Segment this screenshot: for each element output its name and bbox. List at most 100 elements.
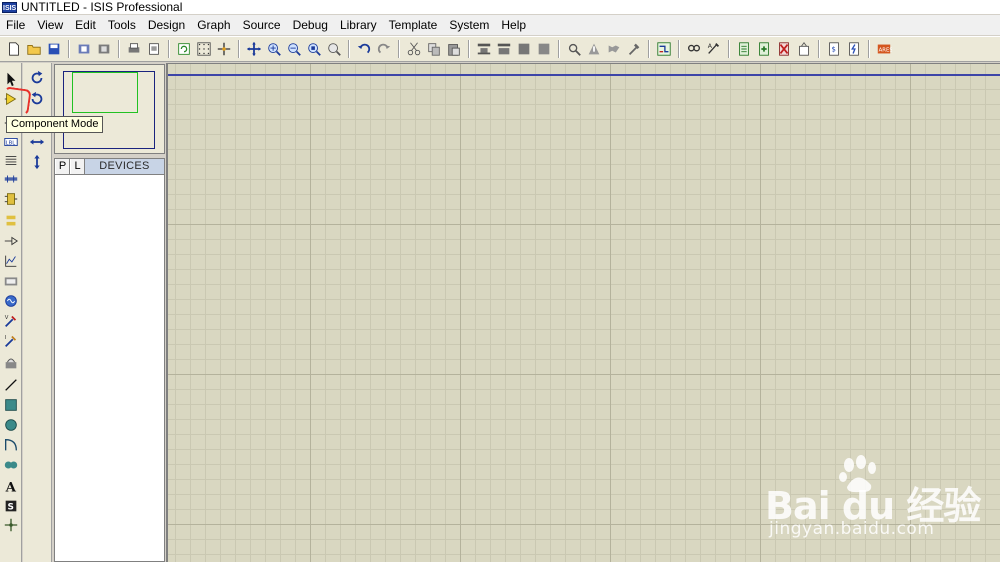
paste-icon[interactable] bbox=[445, 40, 463, 58]
toolbar-separator bbox=[68, 40, 70, 58]
current-probe-icon[interactable]: I bbox=[2, 332, 20, 350]
new-file-icon[interactable] bbox=[5, 40, 23, 58]
packaging-tool-icon[interactable] bbox=[605, 40, 623, 58]
symbol-icon[interactable]: S bbox=[2, 497, 20, 515]
component-mode-tooltip: Component Mode bbox=[6, 116, 104, 133]
decompose-icon[interactable] bbox=[625, 40, 643, 58]
toolbar-separator bbox=[398, 40, 400, 58]
zoom-all-icon[interactable] bbox=[305, 40, 323, 58]
toolbar-separator bbox=[118, 40, 120, 58]
terminals-icon[interactable] bbox=[2, 212, 20, 230]
overview-window[interactable] bbox=[54, 64, 165, 154]
goto-sheet-icon[interactable] bbox=[795, 40, 813, 58]
ares-netlist-icon[interactable]: ARES bbox=[875, 40, 893, 58]
refresh-icon[interactable] bbox=[175, 40, 193, 58]
undo-icon[interactable] bbox=[355, 40, 373, 58]
circle-icon[interactable] bbox=[2, 416, 20, 434]
text-script-icon[interactable] bbox=[2, 152, 20, 170]
pan-icon[interactable] bbox=[245, 40, 263, 58]
open-file-icon[interactable] bbox=[25, 40, 43, 58]
voltage-probe-icon[interactable]: V bbox=[2, 312, 20, 330]
toolbar-separator bbox=[818, 40, 820, 58]
toolbar-separator bbox=[678, 40, 680, 58]
zoom-area-icon[interactable] bbox=[325, 40, 343, 58]
menu-help[interactable]: Help bbox=[495, 15, 532, 35]
print-area-icon[interactable] bbox=[145, 40, 163, 58]
generator-icon[interactable] bbox=[2, 292, 20, 310]
property-assignment-icon[interactable]: A bbox=[705, 40, 723, 58]
import-icon[interactable] bbox=[75, 40, 93, 58]
buses-icon[interactable] bbox=[2, 170, 20, 188]
menu-bar: File View Edit Tools Design Graph Source… bbox=[0, 15, 1000, 35]
copy-icon[interactable] bbox=[425, 40, 443, 58]
menu-tools[interactable]: Tools bbox=[102, 15, 142, 35]
toolbar-separator bbox=[348, 40, 350, 58]
devices-list[interactable] bbox=[55, 175, 164, 561]
rotate-clockwise-icon[interactable] bbox=[28, 69, 46, 87]
orientation-toolbar bbox=[23, 63, 52, 562]
add-sheet-icon[interactable] bbox=[755, 40, 773, 58]
graph-icon[interactable] bbox=[2, 252, 20, 270]
menu-template[interactable]: Template bbox=[383, 15, 444, 35]
arc-icon[interactable] bbox=[2, 436, 20, 454]
mode-toolbar: LBL V I A S bbox=[0, 63, 22, 562]
pick-device-icon[interactable] bbox=[565, 40, 583, 58]
title-bar: ISIS UNTITLED - ISIS Professional bbox=[0, 0, 1000, 14]
bill-of-materials-icon[interactable]: $ bbox=[825, 40, 843, 58]
menu-library[interactable]: Library bbox=[334, 15, 383, 35]
box-icon[interactable] bbox=[2, 396, 20, 414]
origin-icon[interactable] bbox=[215, 40, 233, 58]
subcircuit-icon[interactable] bbox=[2, 190, 20, 208]
zoom-out-icon[interactable] bbox=[285, 40, 303, 58]
menu-edit[interactable]: Edit bbox=[69, 15, 102, 35]
device-pins-icon[interactable] bbox=[2, 232, 20, 250]
make-device-icon[interactable] bbox=[585, 40, 603, 58]
tape-recorder-icon[interactable] bbox=[2, 272, 20, 290]
menu-debug[interactable]: Debug bbox=[287, 15, 334, 35]
menu-design[interactable]: Design bbox=[142, 15, 191, 35]
remove-sheet-icon[interactable] bbox=[775, 40, 793, 58]
selection-mode-icon[interactable] bbox=[2, 70, 20, 88]
svg-text:$: $ bbox=[831, 45, 836, 54]
path-icon[interactable] bbox=[2, 456, 20, 474]
block-rotate-icon[interactable] bbox=[515, 40, 533, 58]
grid-icon[interactable] bbox=[195, 40, 213, 58]
svg-text:I: I bbox=[5, 335, 7, 341]
print-icon[interactable] bbox=[125, 40, 143, 58]
electrical-rule-check-icon[interactable] bbox=[845, 40, 863, 58]
toolbar-separator bbox=[648, 40, 650, 58]
marker-icon[interactable] bbox=[2, 516, 20, 534]
menu-view[interactable]: View bbox=[31, 15, 69, 35]
block-delete-icon[interactable] bbox=[535, 40, 553, 58]
menu-graph[interactable]: Graph bbox=[191, 15, 236, 35]
block-copy-icon[interactable] bbox=[475, 40, 493, 58]
svg-text:S: S bbox=[7, 503, 13, 513]
menu-system[interactable]: System bbox=[443, 15, 495, 35]
text-icon[interactable]: A bbox=[2, 477, 20, 495]
devices-title: DEVICES bbox=[85, 159, 164, 174]
export-icon[interactable] bbox=[95, 40, 113, 58]
watermark-url: jingyan.baidu.com bbox=[769, 519, 935, 539]
menu-source[interactable]: Source bbox=[237, 15, 287, 35]
pick-devices-button[interactable]: P bbox=[55, 159, 70, 174]
search-tag-icon[interactable] bbox=[685, 40, 703, 58]
svg-text:LBL: LBL bbox=[6, 141, 16, 147]
new-sheet-icon[interactable] bbox=[735, 40, 753, 58]
virtual-instrument-icon[interactable] bbox=[2, 354, 20, 372]
line-icon[interactable] bbox=[2, 376, 20, 394]
devices-header: P L DEVICES bbox=[55, 159, 164, 175]
save-icon[interactable] bbox=[45, 40, 63, 58]
overview-viewport[interactable] bbox=[72, 72, 138, 113]
mirror-horizontal-icon[interactable] bbox=[28, 133, 46, 151]
cut-icon[interactable] bbox=[405, 40, 423, 58]
menu-file[interactable]: File bbox=[0, 15, 31, 35]
svg-text:ARES: ARES bbox=[879, 48, 892, 54]
redo-icon[interactable] bbox=[375, 40, 393, 58]
library-manager-button[interactable]: L bbox=[70, 159, 85, 174]
wire-autorouter-icon[interactable] bbox=[655, 40, 673, 58]
highlight-circle bbox=[1, 86, 32, 116]
wire-label-icon[interactable]: LBL bbox=[2, 133, 20, 151]
block-move-icon[interactable] bbox=[495, 40, 513, 58]
mirror-vertical-icon[interactable] bbox=[28, 153, 46, 171]
zoom-in-icon[interactable] bbox=[265, 40, 283, 58]
